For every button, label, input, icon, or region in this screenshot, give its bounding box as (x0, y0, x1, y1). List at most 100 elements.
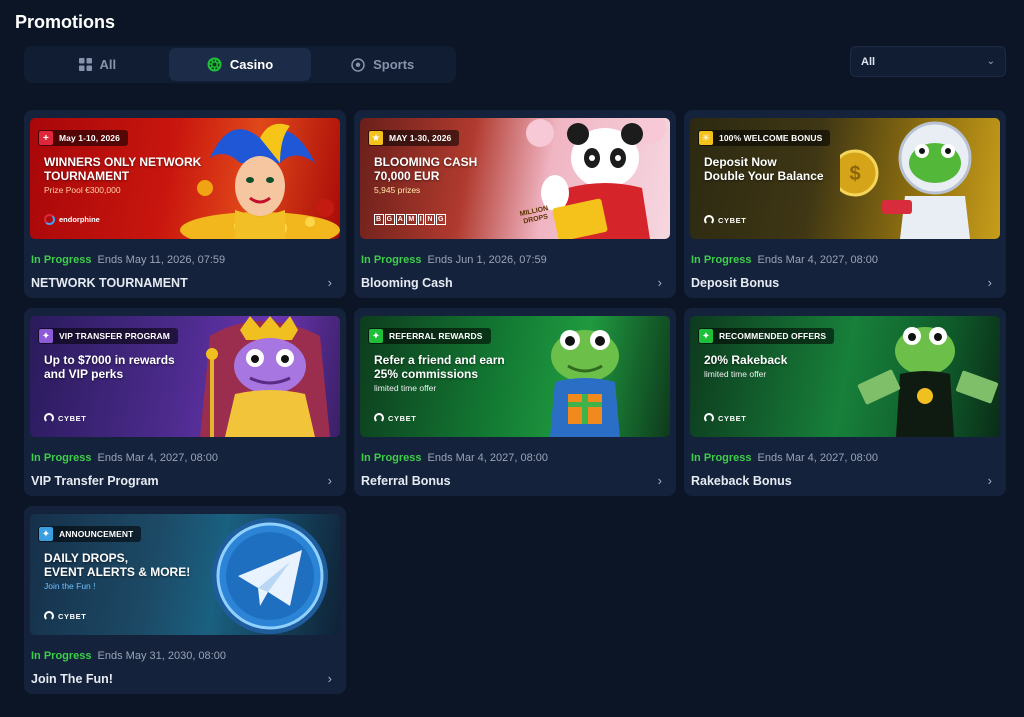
promo-date-tag: ★ MAY 1-30, 2026 (368, 130, 460, 146)
status-badge: In Progress (31, 254, 92, 266)
provider-logo: CYBET (374, 413, 416, 423)
promo-card[interactable]: ✦ VIP TRANSFER PROGRAM Up to $7000 in re… (24, 308, 346, 496)
promo-banner: + May 1-10, 2026 WINNERS ONLY NETWORK TO… (30, 118, 340, 239)
status-badge: In Progress (361, 452, 422, 464)
chevron-right-icon[interactable]: › (988, 275, 992, 290)
brand-letter: N (425, 214, 435, 225)
casino-chip-icon (207, 57, 222, 72)
promo-banner: ✦ RECOMMENDED OFFERS 20% Rakeback limite… (690, 316, 1000, 437)
asterisk-icon: ✳ (699, 131, 713, 145)
calendar-plus-icon: + (39, 131, 53, 145)
promo-banner: ★ MAY 1-30, 2026 BLOOMING CASH 70,000 EU… (360, 118, 670, 239)
promo-tag-text: RECOMMENDED OFFERS (719, 331, 827, 341)
tab-casino[interactable]: Casino (168, 48, 312, 81)
cybet-logo-icon (374, 413, 384, 423)
promo-title: VIP Transfer Program (31, 474, 159, 488)
promo-heading: WINNERS ONLY NETWORK TOURNAMENT (44, 155, 202, 183)
end-date: Ends Mar 4, 2027, 08:00 (427, 452, 548, 464)
provider-logo: CYBET (704, 215, 746, 225)
chevron-down-icon: ⌄ (986, 56, 995, 67)
sparkle-icon: ✦ (39, 329, 53, 343)
status-badge: In Progress (691, 452, 752, 464)
promo-title: Join The Fun! (31, 672, 113, 686)
promo-status-row: In Progress Ends Mar 4, 2027, 08:00 (691, 254, 878, 266)
promo-status-row: In Progress Ends May 11, 2026, 07:59 (31, 254, 225, 266)
chevron-right-icon[interactable]: › (328, 671, 332, 686)
provider-name: CYBET (58, 611, 87, 621)
promo-date-tag: ✦ REFERRAL REWARDS (368, 328, 491, 344)
promo-status-row: In Progress Ends Mar 4, 2027, 08:00 (361, 452, 548, 464)
promo-title: Referral Bonus (361, 474, 451, 488)
brand-letter: A (395, 214, 406, 225)
sparkle-icon: ✦ (369, 329, 383, 343)
promo-card[interactable]: ★ MAY 1-30, 2026 BLOOMING CASH 70,000 EU… (354, 110, 676, 298)
promo-banner: ✦ VIP TRANSFER PROGRAM Up to $7000 in re… (30, 316, 340, 437)
status-badge: In Progress (361, 254, 422, 266)
promo-heading: 20% Rakeback (704, 353, 788, 367)
tab-all[interactable]: All (26, 48, 169, 81)
chevron-right-icon[interactable]: › (658, 473, 662, 488)
tab-sports-label: Sports (373, 57, 415, 72)
provider-logo: endorphine (44, 214, 100, 225)
promo-status-row: In Progress Ends Jun 1, 2026, 07:59 (361, 254, 547, 266)
brand-letter: I (417, 214, 425, 225)
promo-heading: Deposit Now Double Your Balance (704, 155, 824, 183)
promo-heading: Up to $7000 in rewards and VIP perks (44, 353, 175, 381)
filter-select[interactable]: All ⌄ (850, 46, 1006, 77)
sparkle-icon: ✦ (39, 527, 53, 541)
tab-sports[interactable]: Sports (311, 48, 454, 81)
promo-title: Deposit Bonus (691, 276, 780, 290)
provider-logo: CYBET (44, 611, 86, 621)
end-date: Ends May 11, 2026, 07:59 (97, 254, 226, 266)
provider-logo: CYBET (44, 413, 86, 423)
promo-tag-text: VIP TRANSFER PROGRAM (59, 331, 170, 341)
provider-name: CYBET (718, 413, 747, 423)
provider-name: endorphine (59, 215, 100, 224)
end-date: Ends May 31, 2030, 08:00 (97, 650, 226, 662)
chevron-right-icon[interactable]: › (658, 275, 662, 290)
tab-all-label: All (99, 57, 117, 72)
brand-letter: G (436, 214, 447, 225)
promo-banner: ✦ ANNOUNCEMENT DAILY DROPS, EVENT ALERTS… (30, 514, 340, 635)
promo-card[interactable]: $ ✳ 100% WELCOME BONUS Deposit Now Doubl… (684, 110, 1006, 298)
promo-date-tag: ✦ ANNOUNCEMENT (38, 526, 142, 542)
endorphina-logo-icon (44, 214, 55, 225)
provider-logo: CYBET (704, 413, 746, 423)
promo-tag-text: 100% WELCOME BONUS (719, 133, 823, 143)
promo-subtext: 5,945 prizes (374, 185, 421, 195)
cybet-logo-icon (44, 611, 54, 621)
cybet-logo-icon (44, 413, 54, 423)
promo-banner: ✦ REFERRAL REWARDS Refer a friend and ea… (360, 316, 670, 437)
brand-letter: G (384, 214, 395, 225)
promo-tag-text: ANNOUNCEMENT (59, 529, 134, 539)
page-title: Promotions (15, 12, 116, 32)
end-date: Ends Mar 4, 2027, 08:00 (757, 254, 878, 266)
promo-heading: BLOOMING CASH 70,000 EUR (374, 155, 478, 183)
provider-logo: BGAMING (374, 214, 447, 225)
promo-heading: DAILY DROPS, EVENT ALERTS & MORE! (44, 551, 191, 579)
chevron-right-icon[interactable]: › (328, 473, 332, 488)
promo-date-tag: ✳ 100% WELCOME BONUS (698, 130, 831, 146)
promo-tag-text: REFERRAL REWARDS (389, 331, 483, 341)
category-tabs: All Casino Sports (24, 46, 456, 83)
provider-name: CYBET (718, 215, 747, 225)
promo-card[interactable]: ✦ REFERRAL REWARDS Refer a friend and ea… (354, 308, 676, 496)
chevron-right-icon[interactable]: › (988, 473, 992, 488)
filter-selected-value: All (861, 55, 876, 68)
promo-title: NETWORK TOURNAMENT (31, 276, 188, 290)
promo-card[interactable]: ✦ ANNOUNCEMENT DAILY DROPS, EVENT ALERTS… (24, 506, 346, 694)
promo-card[interactable]: ✦ RECOMMENDED OFFERS 20% Rakeback limite… (684, 308, 1006, 496)
promo-subtext: Prize Pool €300,000 (44, 185, 121, 195)
brand-letter: M (406, 214, 417, 225)
chevron-right-icon[interactable]: › (328, 275, 332, 290)
promo-card[interactable]: + May 1-10, 2026 WINNERS ONLY NETWORK TO… (24, 110, 346, 298)
promo-status-row: In Progress Ends Mar 4, 2027, 08:00 (691, 452, 878, 464)
brand-letter: B (374, 214, 384, 225)
promo-status-row: In Progress Ends Mar 4, 2027, 08:00 (31, 452, 218, 464)
end-date: Ends Mar 4, 2027, 08:00 (97, 452, 218, 464)
promo-subtext: Join the Fun ! (44, 581, 96, 591)
promo-status-row: In Progress Ends May 31, 2030, 08:00 (31, 650, 226, 662)
promo-date-tag: ✦ RECOMMENDED OFFERS (698, 328, 835, 344)
end-date: Ends Mar 4, 2027, 08:00 (757, 452, 878, 464)
provider-name: CYBET (388, 413, 417, 423)
